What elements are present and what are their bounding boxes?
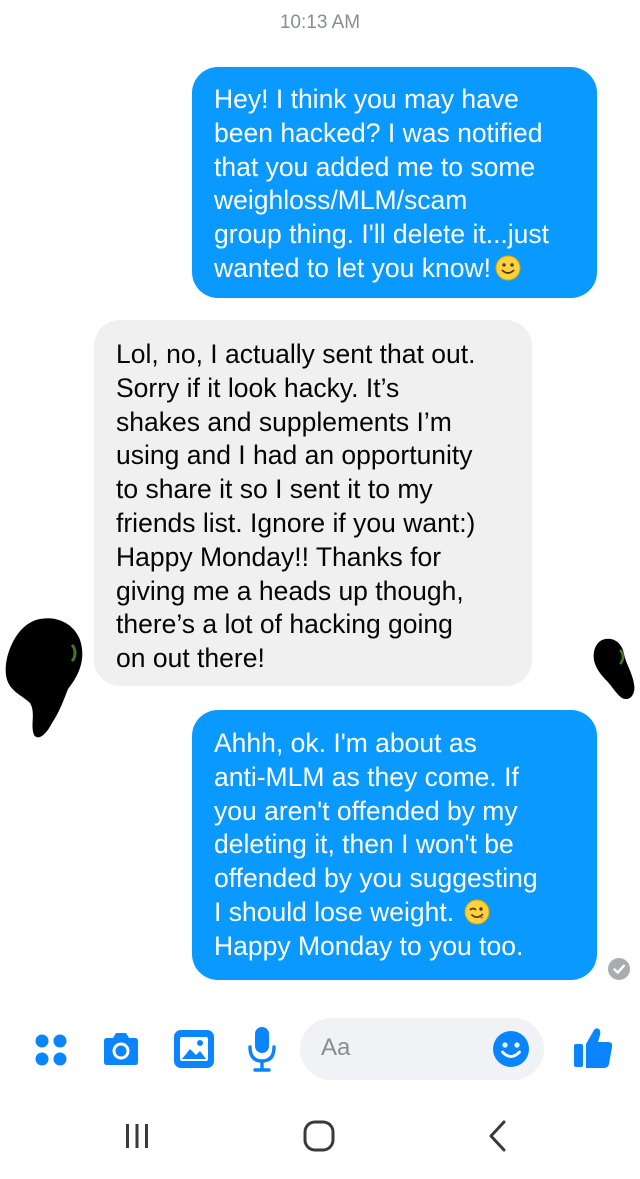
message-line: shakes and supplements I’m	[116, 406, 452, 437]
message-composer: Aa	[0, 1010, 640, 1090]
message-line: giving me a heads up though,	[116, 575, 464, 606]
message-line: deleting it, then I won't be	[214, 829, 514, 860]
message-line-with-emoji: I should lose weight.	[214, 896, 583, 930]
read-receipt-icon	[608, 958, 630, 980]
home-icon[interactable]	[301, 1118, 337, 1154]
message-line: Hey! I think you may have	[214, 84, 519, 114]
message-line: Happy Monday to you too.	[214, 930, 524, 961]
message-line: friends list. Ignore if you want:)	[116, 507, 476, 538]
message-line: Lol, no, I actually sent that out.	[116, 339, 476, 369]
message-line: wanted to let you know!	[214, 252, 491, 283]
conversation-screen: 10:13 AM Hey! I think you may have been …	[0, 0, 640, 1179]
back-icon[interactable]	[484, 1118, 512, 1154]
camera-icon[interactable]	[100, 1029, 142, 1071]
message-line: using and I had an opportunity	[116, 440, 473, 471]
message-line: offended by you suggesting	[214, 863, 538, 894]
message-line: that you added me to some	[214, 151, 536, 182]
gallery-icon[interactable]	[172, 1028, 216, 1070]
checkmark-icon	[613, 964, 625, 974]
redacted-seen-avatar	[593, 638, 635, 700]
message-timestamp: 10:13 AM	[279, 12, 361, 33]
message-line: you aren't offended by my	[214, 795, 518, 826]
system-navigation-bar	[0, 1100, 640, 1179]
message-line: been hacked? I was notified	[214, 117, 543, 148]
emoji-icon[interactable]	[492, 1030, 530, 1068]
more-options-icon[interactable]	[34, 1033, 68, 1067]
winking-emoji-icon	[464, 899, 490, 925]
message-line-with-emoji: wanted to let you know!	[214, 252, 583, 286]
message-line: Sorry if it look hacky. It’s	[116, 372, 400, 403]
message-input-placeholder: Aa	[321, 1034, 351, 1061]
message-line: Ahhh, ok. I'm about as	[214, 728, 477, 758]
message-line: group thing. I'll delete it...just	[214, 219, 550, 250]
recent-apps-icon[interactable]	[121, 1120, 153, 1152]
message-line: Happy Monday!! Thanks for	[116, 541, 442, 572]
message-line: I should lose weight.	[214, 896, 455, 927]
message-line: weighloss/MLM/scam	[214, 185, 468, 216]
outgoing-message-bubble[interactable]: Hey! I think you may have been hacked? I…	[192, 67, 597, 298]
microphone-icon[interactable]	[246, 1025, 278, 1073]
slightly-smiling-emoji-icon	[495, 255, 521, 281]
redacted-sender-avatar[interactable]	[2, 615, 102, 745]
message-line: to share it so I sent it to my	[116, 474, 433, 505]
thumbs-up-icon[interactable]	[572, 1026, 614, 1070]
outgoing-message-bubble[interactable]: Ahhh, ok. I'm about as anti-MLM as they …	[192, 710, 597, 980]
message-line: anti-MLM as they come. If	[214, 761, 519, 792]
message-line: there’s a lot of hacking going	[116, 609, 453, 640]
message-line: on out there!	[116, 643, 265, 674]
message-input[interactable]: Aa	[300, 1018, 544, 1080]
incoming-message-bubble[interactable]: Lol, no, I actually sent that out. Sorry…	[94, 320, 532, 686]
